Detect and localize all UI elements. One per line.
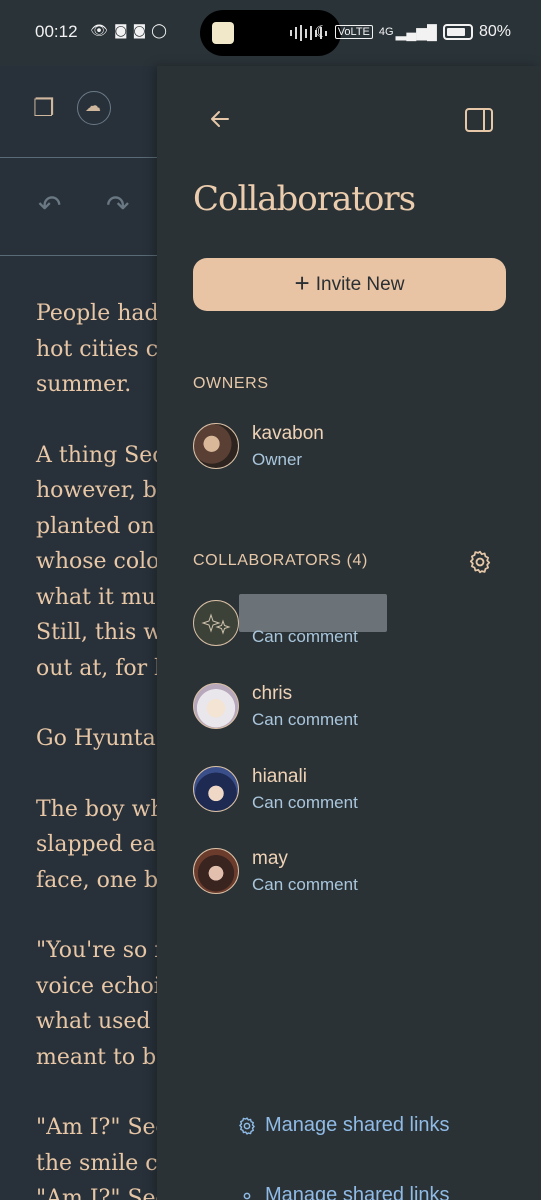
collaborator-row[interactable]: Can comment	[193, 594, 513, 656]
sparkle-icon	[201, 613, 231, 635]
story-line: planted on	[36, 513, 155, 539]
story-line: slapped eac	[36, 832, 157, 857]
discord-icon: ◙	[114, 23, 128, 39]
member-role: Can comment	[252, 627, 358, 646]
manage-shared-links-button-duplicate[interactable]: Manage shared links	[237, 1184, 450, 1200]
chat-bubble-icon: ◯	[151, 23, 167, 39]
avatar	[193, 766, 239, 812]
story-line: voice echoi	[36, 973, 157, 999]
member-name: hianali	[252, 766, 307, 787]
manage-links-label: Manage shared links	[265, 1184, 450, 1200]
story-line: what it mu	[36, 584, 156, 610]
manage-shared-links-button[interactable]: Manage shared links	[237, 1114, 450, 1137]
story-paragraph: People had hot cities c summer.	[36, 296, 157, 403]
story-line: The boy wh	[36, 796, 157, 822]
story-line: what used t	[36, 1009, 157, 1034]
member-role: Can comment	[252, 793, 358, 812]
invite-label: Invite New	[315, 273, 405, 295]
toggle-sidebar-icon[interactable]	[465, 108, 493, 132]
status-right: ☾ VoLTE 4G ▂▄▆█ 80%	[314, 22, 511, 42]
story-line: face, one by	[36, 867, 157, 893]
member-name: chris	[252, 683, 293, 704]
story-text: People had hot cities c summer. A thing Sec…	[36, 296, 157, 1200]
collaborators-panel: Collaborators + Invite New OWNERS kavabo…	[157, 66, 541, 1200]
eye-icon: 👁	[90, 23, 108, 39]
manage-links-label: Manage shared links	[265, 1114, 450, 1136]
story-paragraph: A thing Sec however, b planted on whose col…	[36, 438, 157, 687]
story-paragraph: "You're so f voice echoi what used t meant …	[36, 933, 157, 1075]
notification-icons: 👁	[90, 23, 108, 39]
battery-icon	[442, 24, 473, 40]
avatar	[193, 683, 239, 729]
plus-icon: +	[294, 268, 310, 298]
editor-toolbar-history: ↶ ↷	[0, 158, 157, 256]
avatar	[193, 600, 239, 646]
story-line: A thing Sec	[36, 442, 157, 468]
copy-icon[interactable]: ❐	[33, 96, 55, 120]
member-role: Can comment	[252, 710, 358, 729]
avatar	[193, 848, 239, 894]
gear-icon[interactable]	[467, 549, 493, 575]
collaborator-row[interactable]: chris Can comment	[193, 683, 513, 739]
signal-icon: ▂▄▆█	[395, 23, 437, 40]
story-line: out at, for b	[36, 655, 157, 681]
story-line: "You're so f	[36, 938, 157, 963]
owners-heading: OWNERS	[193, 375, 269, 392]
story-line: Still, this w	[36, 620, 157, 645]
collaborator-row[interactable]: may Can comment	[193, 848, 513, 904]
story-line: meant to be	[36, 1044, 157, 1070]
collaborators-heading: COLLABORATORS (4)	[193, 552, 368, 569]
status-bar: 00:12 👁 ◙ ◙ ◯ ☾ VoLTE 4G ▂▄▆█ 80%	[0, 0, 541, 66]
cloud-sync-icon[interactable]	[77, 91, 111, 125]
story-line: hot cities c	[36, 336, 157, 362]
undo-icon[interactable]: ↶	[38, 192, 61, 220]
story-paragraph: "Am I?" Sec the smile c "Am I?" Sec	[36, 1110, 157, 1200]
member-name: may	[252, 848, 288, 869]
story-line: whose colo	[36, 549, 157, 574]
invite-new-button[interactable]: + Invite New	[193, 258, 506, 311]
page-title: Collaborators	[193, 179, 416, 219]
editor-toolbar-top: ❐	[0, 66, 157, 158]
moon-icon: ☾	[314, 24, 329, 41]
avatar	[193, 423, 239, 469]
collaborator-row[interactable]: hianali Can comment	[193, 766, 513, 822]
story-paragraph: The boy wh slapped eac face, one by	[36, 792, 157, 899]
story-line: Go Hyunta	[36, 726, 156, 751]
member-name: kavabon	[252, 423, 324, 444]
story-line: the smile c	[36, 1150, 157, 1176]
member-role: Owner	[252, 450, 303, 469]
battery-percent: 80%	[478, 23, 511, 40]
network-type: 4G	[378, 26, 394, 38]
volte-badge: VoLTE	[334, 25, 373, 39]
story-line: summer.	[36, 372, 132, 397]
media-thumbnail	[212, 22, 234, 44]
story-line: "Am I?" Sec	[36, 1186, 157, 1200]
status-time: 00:12	[35, 22, 78, 41]
story-line: People had	[36, 301, 157, 326]
member-role: Can comment	[252, 875, 358, 894]
document-editor: ❐ ↶ ↷ People had hot cities c summer. A thi…	[0, 66, 157, 1200]
story-line: "Am I?" Sec	[36, 1115, 157, 1140]
gear-icon	[243, 1192, 251, 1199]
owner-row[interactable]: kavabon Owner	[193, 423, 513, 479]
story-line: however, b	[36, 478, 157, 503]
back-arrow-icon[interactable]	[207, 106, 233, 132]
gear-icon	[239, 1116, 255, 1135]
story-paragraph: Go Hyunta	[36, 721, 157, 757]
discord-icon: ◙	[132, 23, 147, 39]
redo-icon[interactable]: ↷	[106, 192, 129, 220]
